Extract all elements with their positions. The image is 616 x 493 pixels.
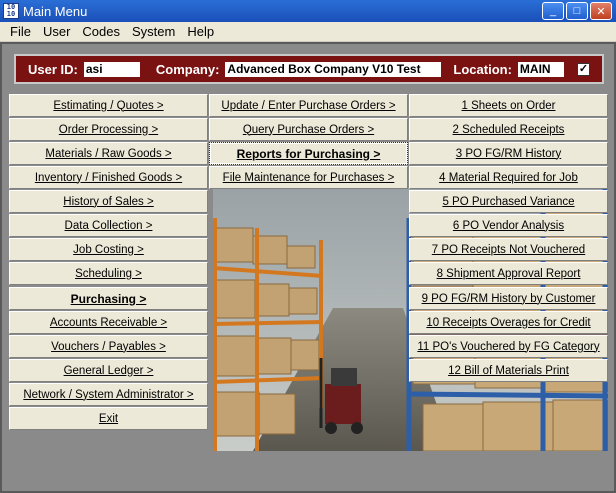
main-menu-scheduling[interactable]: Scheduling > [9,262,208,285]
window-title: Main Menu [23,3,88,19]
main-menu-job-costing[interactable]: Job Costing > [9,238,208,261]
main-menu-history-of-sales[interactable]: History of Sales > [9,190,208,213]
report-4-material-required[interactable]: 4 Material Required for Job [409,166,608,189]
purchasing-reports[interactable]: Reports for Purchasing > [209,142,408,165]
menu-help[interactable]: Help [187,24,214,39]
app-icon: 10 10 [3,3,19,19]
session-info-bar: User ID: asi Company: Advanced Box Compa… [14,54,604,84]
close-button[interactable]: ✕ [590,2,612,20]
maximize-button[interactable]: □ [566,2,588,20]
main-menu-network-admin[interactable]: Network / System Administrator > [9,383,208,406]
report-8-shipment-approval[interactable]: 8 Shipment Approval Report [409,262,608,285]
location-label: Location: [453,61,512,77]
user-id-label: User ID: [28,61,78,77]
report-12-bill-of-materials[interactable]: 12 Bill of Materials Print [409,359,608,382]
minimize-button[interactable]: _ [542,2,564,20]
report-5-po-purchased-variance[interactable]: 5 PO Purchased Variance [409,190,608,213]
report-10-receipts-overages[interactable]: 10 Receipts Overages for Credit [409,311,608,334]
main-menu-general-ledger[interactable]: General Ledger > [9,359,208,382]
company-field: Advanced Box Company V10 Test [225,61,442,77]
main-menu-vouchers-payables[interactable]: Vouchers / Payables > [9,335,208,358]
report-1-sheets-on-order[interactable]: 1 Sheets on Order [409,94,608,117]
main-menu-purchasing[interactable]: Purchasing > [9,287,208,310]
main-menu-materials[interactable]: Materials / Raw Goods > [9,142,208,165]
location-checkbox[interactable]: ✓ [577,62,590,76]
title-bar: 10 10 Main Menu _ □ ✕ [0,0,616,22]
menu-user[interactable]: User [43,24,70,39]
company-label: Company: [155,61,220,77]
report-7-po-receipts-not-vouchered[interactable]: 7 PO Receipts Not Vouchered [409,238,608,261]
purchasing-file-maintenance[interactable]: File Maintenance for Purchases > [209,166,408,189]
report-2-scheduled-receipts[interactable]: 2 Scheduled Receipts [409,118,608,141]
report-6-po-vendor-analysis[interactable]: 6 PO Vendor Analysis [409,214,608,237]
location-field: MAIN [517,61,564,77]
main-menu-accounts-receivable[interactable]: Accounts Receivable > [9,311,208,334]
purchasing-query-po[interactable]: Query Purchase Orders > [209,118,408,141]
menu-bar: File User Codes System Help [0,22,616,42]
main-menu-order-processing[interactable]: Order Processing > [9,118,208,141]
report-9-po-history-by-customer[interactable]: 9 PO FG/RM History by Customer [409,287,608,310]
purchasing-update-enter-po[interactable]: Update / Enter Purchase Orders > [209,94,408,117]
main-menu-inventory[interactable]: Inventory / Finished Goods > [9,166,208,189]
menu-file[interactable]: File [10,24,31,39]
report-11-pos-vouchered-by-fg[interactable]: 11 PO's Vouchered by FG Category [409,335,608,358]
user-id-field: asi [83,61,140,77]
report-3-po-fg-rm-history[interactable]: 3 PO FG/RM History [409,142,608,165]
menu-system[interactable]: System [132,24,175,39]
menu-codes[interactable]: Codes [82,24,120,39]
main-menu-exit[interactable]: Exit [9,407,208,430]
main-menu-data-collection[interactable]: Data Collection > [9,214,208,237]
main-menu-estimating[interactable]: Estimating / Quotes > [9,94,208,117]
